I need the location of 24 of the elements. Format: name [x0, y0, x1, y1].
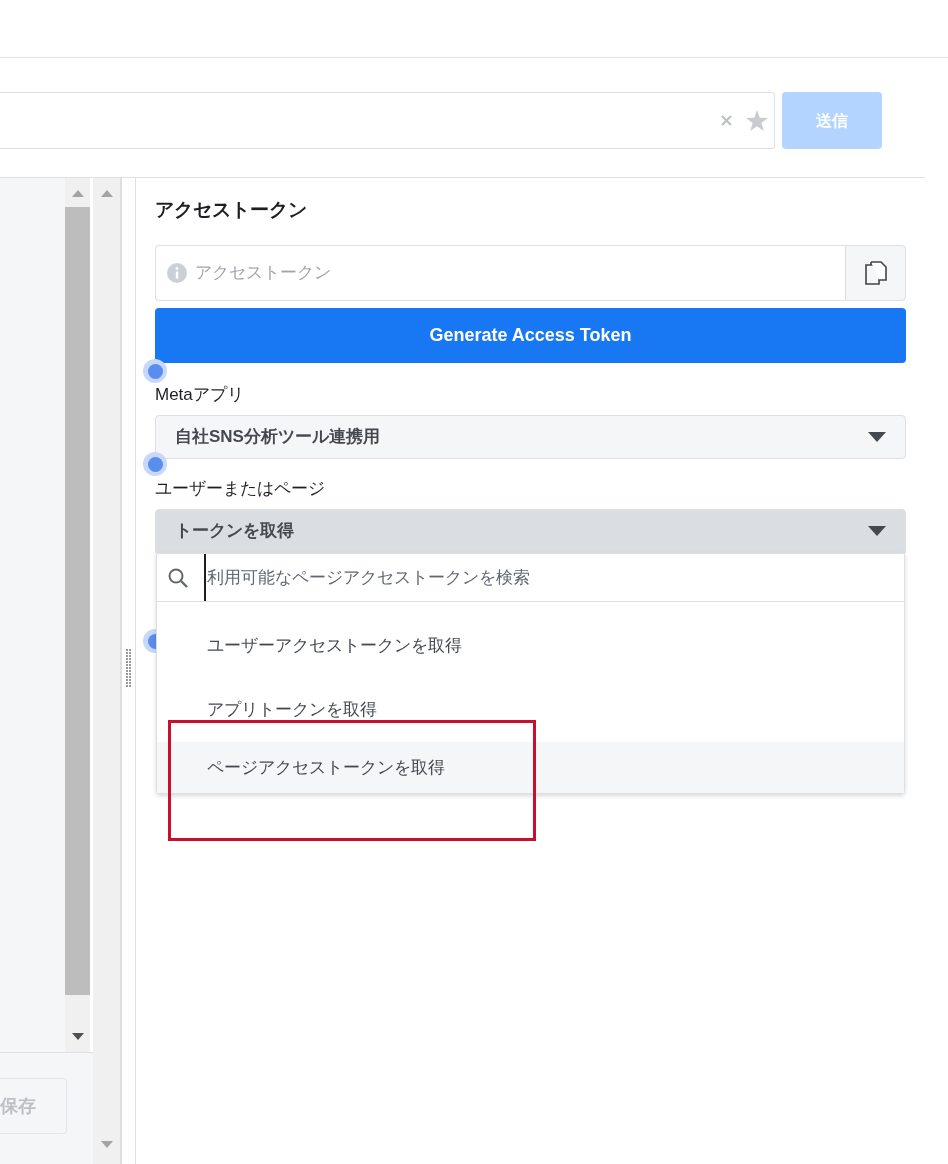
copy-button[interactable] [845, 245, 906, 301]
app-select[interactable]: 自社SNS分析ツール連携用 [155, 415, 906, 459]
scroll-up-icon[interactable] [100, 190, 113, 197]
scroll-up-icon[interactable] [71, 190, 84, 197]
copy-icon [863, 260, 888, 286]
dropdown-option[interactable]: アプリトークンを取得 [157, 678, 904, 742]
field-label: Metaアプリ [155, 385, 245, 405]
dropdown-option[interactable]: ユーザーアクセストークンを取得 [157, 614, 904, 678]
scrollbar[interactable] [93, 178, 120, 1164]
clear-icon[interactable] [721, 115, 732, 126]
token-select[interactable]: トークンを取得 [155, 509, 906, 553]
info-icon [167, 263, 187, 283]
drag-handle-icon[interactable] [126, 649, 131, 687]
search-icon [168, 567, 188, 588]
scroll-down-icon[interactable] [71, 1033, 84, 1040]
caret-icon [868, 432, 886, 442]
caret-icon [868, 526, 886, 536]
token-search-field[interactable]: 利用可能なページアクセストークンを検索 [204, 554, 904, 601]
generate-token-button[interactable]: Generate Access Token [155, 308, 906, 363]
star-icon[interactable] [746, 110, 768, 131]
field-label: ユーザーまたはページ [155, 479, 326, 499]
section-title: アクセストークン [155, 198, 308, 222]
query-field[interactable] [0, 92, 775, 149]
dropdown-option[interactable]: ページアクセストークンを取得 [157, 742, 904, 793]
